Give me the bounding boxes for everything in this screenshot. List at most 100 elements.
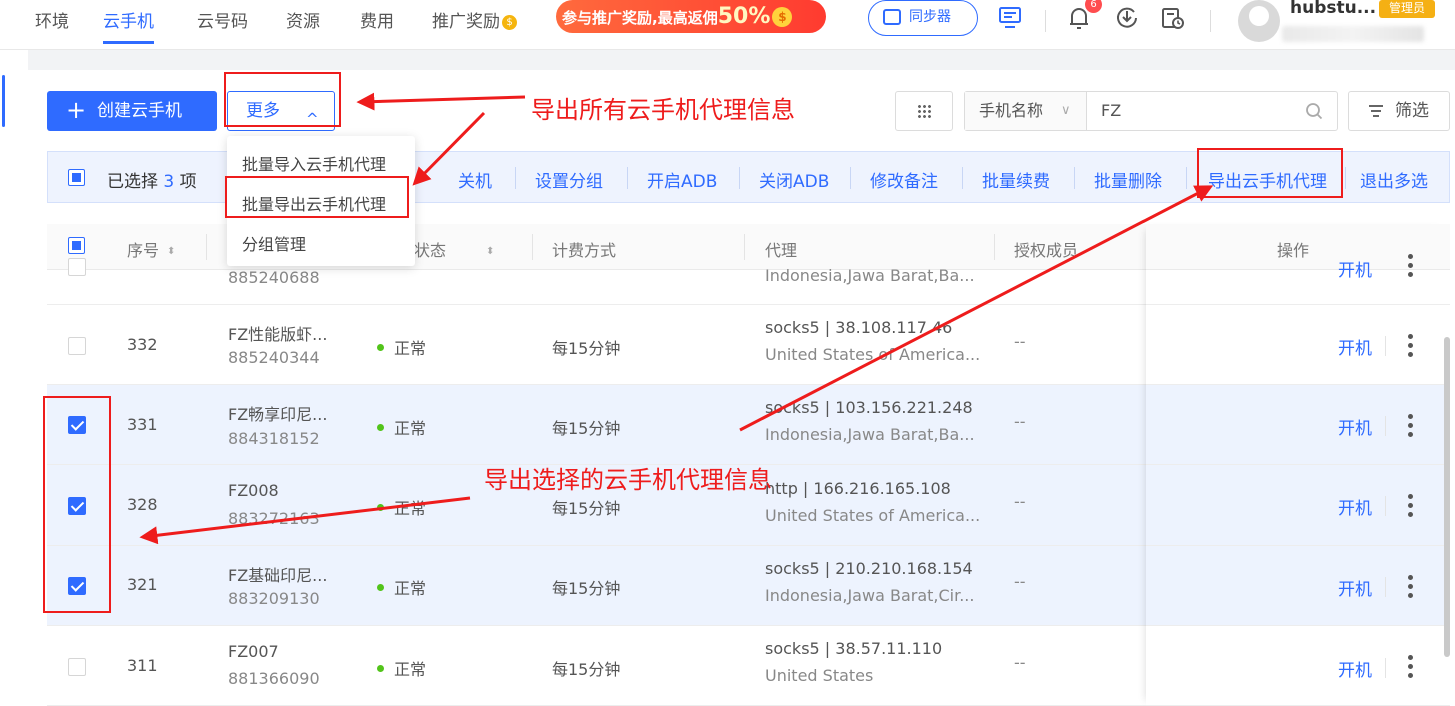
menu-item-group-management[interactable]: 分组管理 <box>242 231 306 255</box>
row-phone-id: 883209130 <box>228 589 320 608</box>
avatar[interactable] <box>1238 0 1280 42</box>
sort-icon[interactable]: ⬍ <box>486 246 494 257</box>
search-field-label: 手机名称 <box>979 101 1044 120</box>
divider <box>1074 167 1075 189</box>
column-header-index[interactable]: 序号 ⬍ <box>127 237 175 261</box>
select-all-checkbox[interactable] <box>68 169 85 186</box>
divider <box>739 167 740 189</box>
nav-item-referral-label: 推广奖励 <box>432 12 500 32</box>
power-on-link[interactable]: 开机 <box>1338 494 1372 519</box>
sort-icon[interactable]: ⬍ <box>167 246 175 257</box>
annotation-box-export-button <box>1197 148 1343 198</box>
batch-renew-button[interactable]: 批量续费 <box>982 167 1050 192</box>
disable-adb-button[interactable]: 关闭ADB <box>759 167 829 192</box>
set-group-button[interactable]: 设置分组 <box>535 167 603 192</box>
enable-adb-button[interactable]: 开启ADB <box>647 167 717 192</box>
table-row[interactable] <box>47 385 1450 465</box>
row-status-label: 正常 <box>394 579 427 598</box>
top-nav: 环境 云手机 云号码 资源 费用 推广奖励 $ 参与推广奖励,最高返佣50% $ 同… <box>0 0 1455 50</box>
row-proxy-location: United States of America... <box>765 345 981 364</box>
row-billing: 每15分钟 <box>552 660 621 679</box>
row-index: 321 <box>127 575 158 594</box>
row-proxy-location: United States <box>765 666 874 685</box>
table-row[interactable] <box>47 305 1450 385</box>
row-status: 正常 <box>377 495 426 519</box>
row-phone-name[interactable]: FZ007 <box>228 642 279 661</box>
power-on-link[interactable]: 开机 <box>1338 334 1372 359</box>
sync-button[interactable]: 同步器 <box>868 0 978 36</box>
row-checkbox[interactable] <box>68 658 86 676</box>
more-vertical-icon[interactable] <box>1401 414 1419 438</box>
coin-icon: $ <box>502 15 517 30</box>
selection-prefix: 已选择 <box>107 172 158 192</box>
more-vertical-icon[interactable] <box>1401 575 1419 599</box>
row-phone-name[interactable]: FZ基础印尼... <box>228 562 327 586</box>
filter-button[interactable]: 筛选 <box>1348 91 1450 131</box>
promo-banner[interactable]: 参与推广奖励,最高返佣50% $ <box>556 0 826 33</box>
column-header-auth: 授权成员 <box>1014 241 1079 260</box>
search-icon[interactable] <box>1305 102 1323 120</box>
divider <box>744 234 745 260</box>
power-on-link[interactable]: 开机 <box>1338 656 1372 681</box>
nav-item-resources[interactable]: 资源 <box>286 7 320 32</box>
annotation-box-export-menu-item <box>225 176 409 218</box>
column-header-ops: 操作 <box>1277 241 1310 260</box>
power-on-link[interactable]: 开机 <box>1338 575 1372 600</box>
status-dot-icon <box>377 424 384 431</box>
shutdown-button[interactable]: 关机 <box>458 167 492 192</box>
divider <box>1345 167 1346 189</box>
table-row[interactable] <box>47 626 1450 706</box>
divider <box>1385 336 1386 356</box>
more-vertical-icon[interactable] <box>1401 254 1419 278</box>
schedule-icon[interactable] <box>1160 5 1186 31</box>
monitor-icon[interactable] <box>997 5 1023 31</box>
nav-item-cloud-number[interactable]: 云号码 <box>197 7 248 32</box>
more-vertical-icon[interactable] <box>1401 494 1419 518</box>
table-row[interactable] <box>47 546 1450 626</box>
username[interactable]: hubstu... <box>1290 0 1376 18</box>
grid-icon <box>917 104 933 119</box>
row-status: 正常 <box>377 415 426 439</box>
more-vertical-icon[interactable] <box>1401 334 1419 358</box>
nav-item-billing[interactable]: 费用 <box>360 7 394 32</box>
menu-item-batch-import-proxy[interactable]: 批量导入云手机代理 <box>242 151 386 175</box>
divider <box>1210 10 1211 32</box>
more-vertical-icon[interactable] <box>1401 655 1419 679</box>
download-icon[interactable] <box>1114 5 1140 31</box>
promo-text: 参与推广奖励,最高返佣 <box>562 9 718 27</box>
row-phone-name[interactable]: FZ008 <box>228 481 279 500</box>
row-index: 331 <box>127 415 158 434</box>
row-proxy: http | 166.216.165.108 <box>765 479 951 498</box>
row-phone-name[interactable]: FZ性能版虾... <box>228 321 327 345</box>
nav-item-environment[interactable]: 环境 <box>35 7 69 32</box>
row-proxy-location: Indonesia,Jawa Barat,Ba... <box>765 266 975 285</box>
row-proxy: socks5 | 210.210.168.154 <box>765 559 973 578</box>
search-input[interactable]: FZ <box>1101 92 1121 130</box>
row-status: 正常 <box>377 335 426 359</box>
grid-view-button[interactable] <box>895 91 953 131</box>
batch-delete-button[interactable]: 批量删除 <box>1094 167 1162 192</box>
row-phone-name[interactable]: FZ畅享印尼... <box>228 401 327 425</box>
search-field-select[interactable]: 手机名称 ∨ <box>965 92 1087 130</box>
column-header-status[interactable]: 状态 ⬍ <box>414 237 494 261</box>
create-cloud-phone-button[interactable]: + 创建云手机 <box>47 91 217 131</box>
edit-note-button[interactable]: 修改备注 <box>870 167 938 192</box>
header-checkbox[interactable] <box>68 237 85 254</box>
power-on-link[interactable]: 开机 <box>1338 256 1372 281</box>
row-checkbox[interactable] <box>68 258 86 276</box>
search-box: 手机名称 ∨ FZ <box>964 91 1338 131</box>
nav-item-cloud-phone[interactable]: 云手机 <box>103 7 154 44</box>
row-proxy: socks5 | 103.156.221.248 <box>765 398 973 417</box>
sync-button-label: 同步器 <box>909 9 951 25</box>
power-on-link[interactable]: 开机 <box>1338 414 1372 439</box>
nav-item-referral[interactable]: 推广奖励 $ <box>432 7 517 32</box>
divider <box>962 167 963 189</box>
promo-percent: 50% <box>717 4 771 29</box>
row-billing: 每15分钟 <box>552 499 621 518</box>
chevron-down-icon: ∨ <box>1061 103 1071 118</box>
vertical-scrollbar[interactable] <box>1444 337 1450 657</box>
row-checkbox[interactable] <box>68 337 86 355</box>
divider <box>515 167 516 189</box>
row-proxy-location: Indonesia,Jawa Barat,Cir... <box>765 586 975 605</box>
exit-multiselect-button[interactable]: 退出多选 <box>1360 167 1428 192</box>
